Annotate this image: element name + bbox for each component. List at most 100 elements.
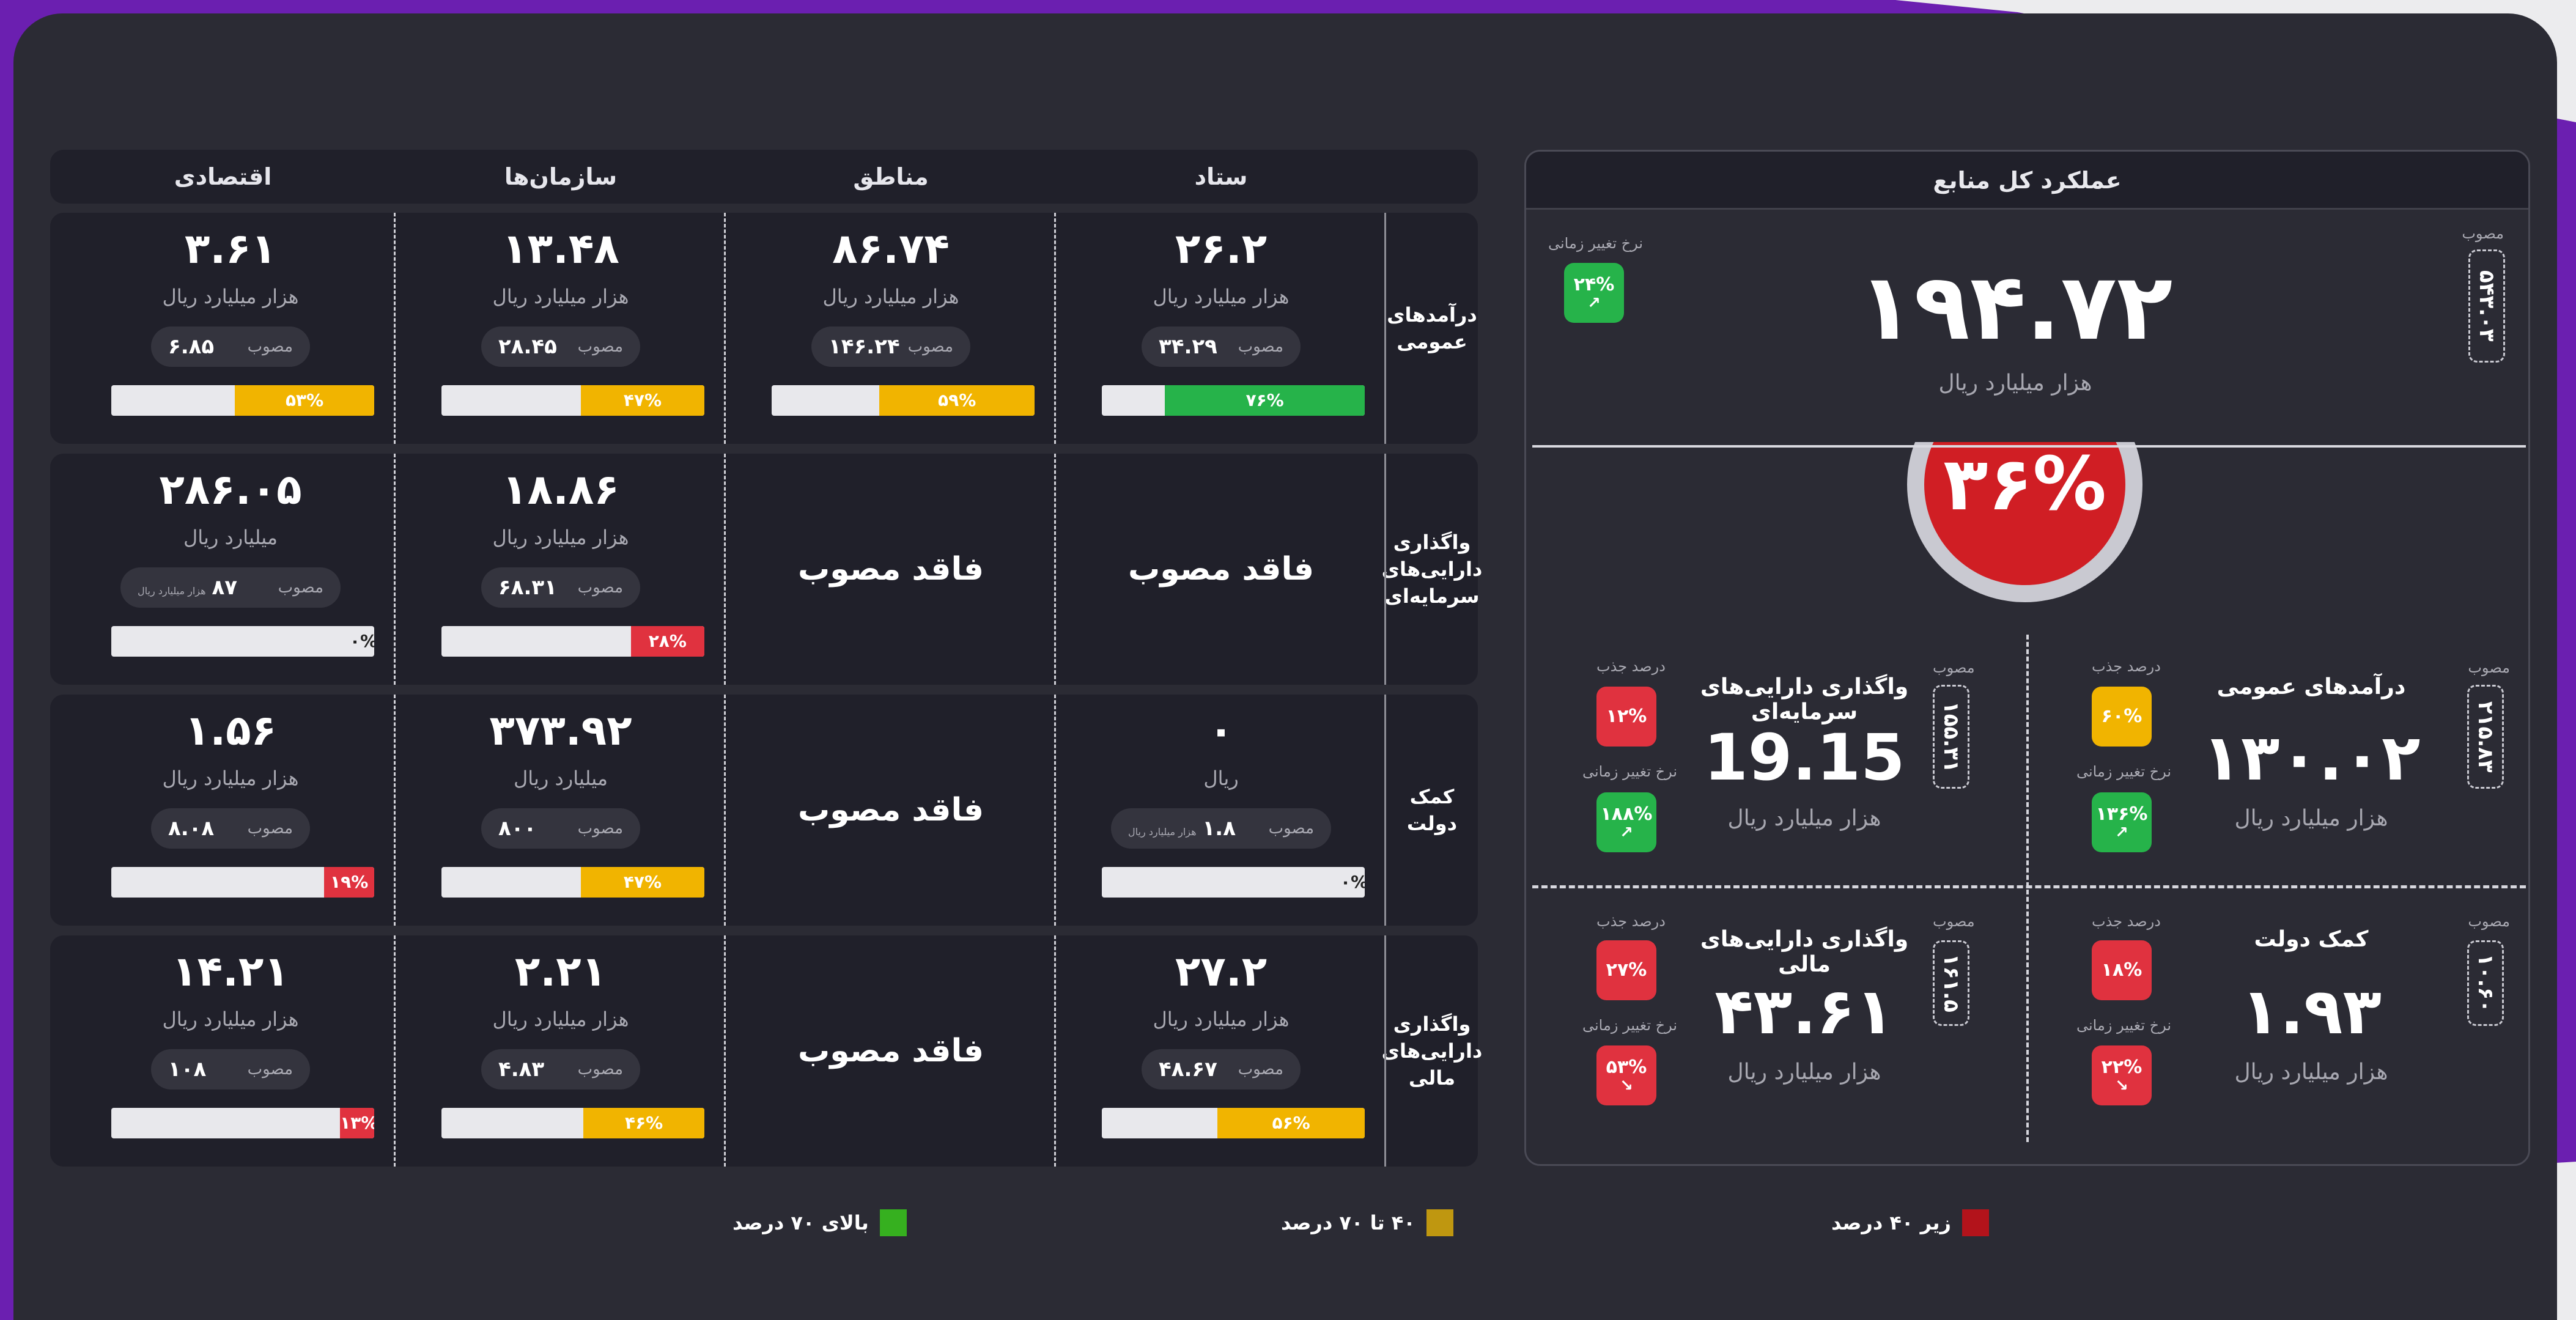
table-cell: فاقد مصوب [726, 935, 1056, 1167]
row-label: واگذاری دارایی‌های سرمایه‌ای [1381, 531, 1483, 608]
progress-bar: ۵۹% [772, 385, 1035, 416]
approved-value: ۸۰۰ [498, 816, 537, 841]
table-row: واگذاری دارایی‌های سرمایه‌ای فاقد مصوب فاق… [50, 454, 1483, 685]
column-header-headquarters: ستاد [1194, 163, 1248, 190]
approved-unit: هزار میلیارد ریال [1128, 826, 1197, 838]
legend-swatch-green [879, 1209, 907, 1236]
table-cell: ۳۷۳.۹۲ میلیارد ریال مصوب ۸۰۰ ۴۷% [396, 695, 726, 926]
approved-label: مصوب [1268, 819, 1314, 838]
absorb-chip: ۱۲% [1596, 687, 1656, 747]
approved-value: ۱۴۶.۲۴ [829, 334, 900, 359]
approved-pill: مصوب ۱.۸ هزار میلیارد ریال [1111, 808, 1331, 849]
progress-fill: ۰% [350, 631, 374, 651]
progress-fill: ۰% [1340, 872, 1365, 892]
approved-value-box: ۵۴۳.۰۳ [2468, 249, 2505, 363]
trend-down-icon: ↘ [2115, 1077, 2128, 1095]
approved-label: مصوب [577, 578, 623, 597]
table-cell: ۱۸.۸۶ هزار میلیارد ریال مصوب ۶۸.۳۱ ۲۸% [396, 454, 726, 685]
cell-value: ۲۶.۲ [1175, 225, 1268, 273]
approved-label: مصوب [247, 819, 293, 838]
cell-value: ۱۸.۸۶ [502, 466, 619, 514]
approved-label: مصوب [1238, 1060, 1283, 1078]
approved-unit: هزار میلیارد ریال [138, 585, 206, 597]
cell-unit: میلیارد ریال [513, 767, 608, 790]
table-cell: ۰ ریال مصوب ۱.۸ هزار میلیارد ریال ۰% [1056, 695, 1386, 926]
approved-pill: مصوب ۸.۰۸ [151, 808, 310, 849]
approved-value: ۱.۸ [1202, 816, 1236, 841]
cell-unit: هزار میلیارد ریال [492, 285, 629, 308]
cell-value: ۱.۵۶ [184, 707, 277, 755]
approved-value: ۸۷ [212, 575, 238, 600]
legend-swatch-yellow [1426, 1209, 1453, 1236]
table-cell: ۲۷.۲ هزار میلیارد ریال مصوب ۴۸.۶۷ ۵۶% [1056, 935, 1386, 1167]
progress-bar: ۵۶% [1102, 1108, 1365, 1138]
total-unit: هزار میلیارد ریال [1938, 371, 2092, 396]
cell-value: ۸۶.۷۴ [832, 225, 950, 273]
approved-value: ۴.۸۳ [498, 1057, 545, 1082]
approved-value: ۱۰۸ [168, 1057, 207, 1082]
approved-label: مصوب [247, 1060, 293, 1078]
absorb-chip: ۱۸% [2092, 940, 2152, 1000]
approved-value: ۴۸.۶۷ [1159, 1057, 1217, 1082]
legend-item-mid: ۴۰ تا ۷۰ درصد [1281, 1209, 1453, 1236]
progress-bar: ۴۷% [441, 867, 704, 898]
table-cell: ۱۳.۴۸ هزار میلیارد ریال مصوب ۲۸.۴۵ ۴۷% [396, 213, 726, 444]
table-cell: ۱۴.۲۱ هزار میلیارد ریال مصوب ۱۰۸ ۱۳% [65, 935, 396, 1167]
table-cell: ۸۶.۷۴ هزار میلیارد ریال مصوب ۱۴۶.۲۴ ۵۹% [726, 213, 1056, 444]
panel-title: عملکرد کل منابع [1526, 152, 2528, 210]
approved-pill: مصوب ۶۸.۳۱ [481, 567, 640, 608]
approved-label: مصوب [278, 578, 323, 597]
cell-unit: هزار میلیارد ریال [1153, 1008, 1290, 1031]
legend-swatch-red [1962, 1209, 1989, 1236]
column-header-organizations: سازمان‌ها [504, 163, 618, 190]
cell-unit: هزار میلیارد ریال [162, 285, 299, 308]
approved-value: ۸.۰۸ [168, 816, 215, 841]
approved-value: ۶۸.۳۱ [498, 575, 557, 600]
quadrant-divider-v [2026, 635, 2029, 1142]
row-label: درآمدهای عمومی [1387, 303, 1477, 353]
progress-fill: ۵۹% [879, 385, 1035, 416]
progress-bar: ۱۳% [111, 1108, 374, 1138]
progress-fill: ۴۷% [580, 385, 704, 416]
progress-fill: ۲۸% [630, 626, 704, 657]
progress-fill: ۴۶% [583, 1108, 704, 1138]
table-row: واگذاری دارایی‌های مالی ۲۷.۲ هزار میلیارد … [50, 935, 1483, 1167]
cell-value: ۱۴.۲۱ [172, 948, 289, 996]
approved-pill: مصوب ۱۴۶.۲۴ [811, 326, 970, 367]
approved-value: ۲۸.۴۵ [498, 334, 557, 359]
approved-label: مصوب [1238, 337, 1283, 356]
cell-value: ۰ [1208, 707, 1234, 755]
approved-value: ۳۴.۲۹ [1159, 334, 1217, 359]
progress-fill: ۴۷% [580, 867, 704, 898]
trend-down-icon: ↘ [1620, 1077, 1633, 1095]
progress-bar: ۰% [1102, 867, 1365, 898]
trend-up-icon: ↗ [1620, 824, 1633, 842]
cell-value: ۱۳.۴۸ [502, 225, 619, 273]
panel-divider [1532, 445, 2526, 448]
approved-pill: مصوب ۲۸.۴۵ [481, 326, 640, 367]
approved-pill: مصوب ۶.۸۵ [151, 326, 310, 367]
cell-unit: هزار میلیارد ریال [492, 1008, 629, 1031]
table-cell: فاقد مصوب [726, 454, 1056, 685]
progress-bar: ۴۶% [441, 1108, 704, 1138]
cell-unit: هزار میلیارد ریال [162, 1008, 299, 1031]
approved-pill: مصوب ۴۸.۶۷ [1142, 1049, 1301, 1090]
no-approval-text: فاقد مصوب [797, 1033, 984, 1069]
column-header-economic: اقتصادی [174, 163, 272, 190]
cell-unit: ریال [1203, 767, 1239, 790]
table-cell: ۲۸۶.۰۵ میلیارد ریال مصوب ۸۷ هزار میلیارد ریا… [65, 454, 396, 685]
rate-chip: ۱۳۶% ↗ [2092, 792, 2152, 852]
rate-chip: ۲۲% ↘ [2092, 1045, 2152, 1105]
approved-label: مصوب [907, 337, 953, 356]
rate-chip: ۵۳% ↘ [1596, 1045, 1656, 1105]
no-approval-text: فاقد مصوب [1127, 551, 1315, 588]
cell-value: ۲۷.۲ [1175, 948, 1268, 996]
no-approval-text: فاقد مصوب [797, 551, 984, 588]
progress-fill: ۷۶% [1165, 385, 1365, 416]
approved-pill: مصوب ۸۰۰ [481, 808, 640, 849]
approved-label: مصوب [577, 337, 623, 356]
row-label: واگذاری دارایی‌های مالی [1381, 1012, 1483, 1090]
table-cell: فاقد مصوب [726, 695, 1056, 926]
approved-pill: مصوب ۳۴.۲۹ [1142, 326, 1301, 367]
row-label: کمک دولت [1406, 785, 1458, 835]
